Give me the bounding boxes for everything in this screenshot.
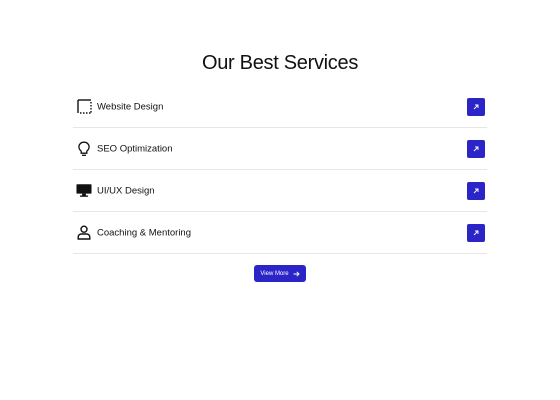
person-icon <box>76 225 92 241</box>
view-more-label: View More <box>260 270 289 277</box>
open-seo-optimization-button[interactable] <box>467 139 485 158</box>
arrow-up-right-icon <box>473 146 479 151</box>
lightbulb-icon <box>76 141 92 157</box>
service-item-coaching-mentoring: Coaching & Mentoring <box>73 212 487 254</box>
monitor-icon <box>76 183 92 199</box>
website-design-icon <box>76 99 92 115</box>
arrow-up-right-icon <box>473 188 479 193</box>
service-label: Website Design <box>97 101 164 112</box>
arrow-up-right-icon <box>473 104 479 109</box>
service-item-ui-ux-design: UI/UX Design <box>73 170 487 212</box>
section-title: Our Best Services <box>201 52 359 74</box>
open-ui-ux-design-button[interactable] <box>467 181 485 200</box>
open-coaching-mentoring-button[interactable] <box>467 223 485 242</box>
arrow-up-right-icon <box>473 230 479 235</box>
service-label: UI/UX Design <box>97 185 155 196</box>
service-label: SEO Optimization <box>97 143 173 154</box>
arrow-right-icon <box>293 270 300 277</box>
services-list: Website Design SEO Optimization UI/UX De… <box>73 86 487 254</box>
services-section: Our Best Services Website Design SEO Opt… <box>0 0 560 400</box>
service-item-seo-optimization: SEO Optimization <box>73 128 487 170</box>
view-more-button[interactable]: View More <box>254 265 306 282</box>
service-item-website-design: Website Design <box>73 86 487 128</box>
service-label: Coaching & Mentoring <box>97 227 191 238</box>
open-website-design-button[interactable] <box>467 97 485 116</box>
